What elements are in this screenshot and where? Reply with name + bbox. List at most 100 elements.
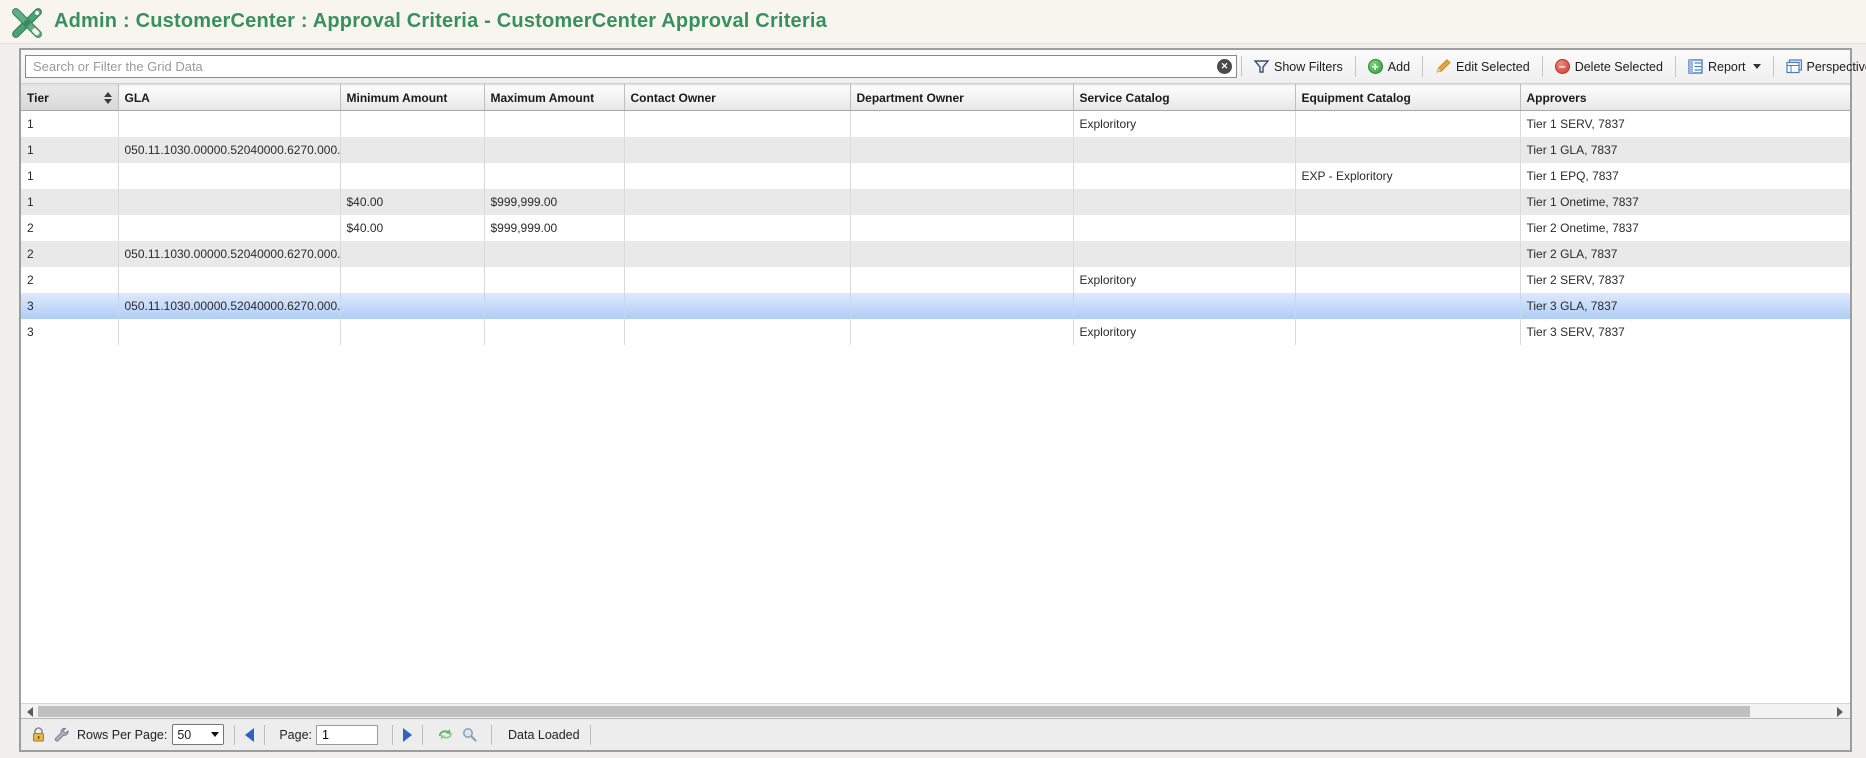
perspectives-button[interactable]: Perspectives [1778, 54, 1866, 80]
cell-gla[interactable]: 050.11.1030.00000.52040000.6270.000... [118, 137, 340, 163]
cell-minimum-amount[interactable] [340, 137, 484, 163]
cell-gla[interactable] [118, 319, 340, 345]
cell-approvers[interactable]: Tier 3 SERV, 7837 [1520, 319, 1850, 345]
table-row[interactable]: 3 050.11.1030.00000.52040000.6270.000...… [21, 293, 1850, 319]
cell-department-owner[interactable] [850, 293, 1073, 319]
refresh-icon[interactable] [437, 727, 454, 742]
cell-department-owner[interactable] [850, 215, 1073, 241]
scroll-right-icon[interactable] [1834, 706, 1846, 717]
cell-contact-owner[interactable] [624, 215, 850, 241]
cell-equipment-catalog[interactable]: EXP - Exploritory [1295, 163, 1520, 189]
cell-gla[interactable] [118, 111, 340, 137]
rows-per-page-select[interactable]: 50 [172, 724, 224, 745]
cell-tier[interactable]: 1 [21, 163, 118, 189]
cell-department-owner[interactable] [850, 163, 1073, 189]
cell-gla[interactable] [118, 267, 340, 293]
cell-tier[interactable]: 3 [21, 319, 118, 345]
add-button[interactable]: + Add [1360, 54, 1418, 80]
cell-minimum-amount[interactable] [340, 267, 484, 293]
edit-selected-button[interactable]: Edit Selected [1427, 54, 1538, 80]
delete-selected-button[interactable]: – Delete Selected [1547, 54, 1671, 80]
cell-service-catalog[interactable]: Exploritory [1073, 319, 1295, 345]
cell-approvers[interactable]: Tier 1 EPQ, 7837 [1520, 163, 1850, 189]
cell-tier[interactable]: 1 [21, 111, 118, 137]
column-header-approvers[interactable]: Approvers [1520, 85, 1850, 111]
cell-contact-owner[interactable] [624, 319, 850, 345]
cell-minimum-amount[interactable] [340, 293, 484, 319]
cell-minimum-amount[interactable]: $40.00 [340, 215, 484, 241]
cell-gla[interactable]: 050.11.1030.00000.52040000.6270.000... [118, 241, 340, 267]
cell-contact-owner[interactable] [624, 163, 850, 189]
table-row[interactable]: 1 Exploritory Tier 1 SERV, 7837 [21, 111, 1850, 137]
cell-service-catalog[interactable] [1073, 189, 1295, 215]
cell-approvers[interactable]: Tier 1 GLA, 7837 [1520, 137, 1850, 163]
cell-minimum-amount[interactable] [340, 241, 484, 267]
table-row[interactable]: 3 Exploritory Tier 3 SERV, 7837 [21, 319, 1850, 345]
cell-gla[interactable]: 050.11.1030.00000.52040000.6270.000... [118, 293, 340, 319]
cell-contact-owner[interactable] [624, 137, 850, 163]
cell-department-owner[interactable] [850, 137, 1073, 163]
cell-contact-owner[interactable] [624, 111, 850, 137]
cell-maximum-amount[interactable] [484, 319, 624, 345]
column-header-equipment-catalog[interactable]: Equipment Catalog [1295, 85, 1520, 111]
cell-contact-owner[interactable] [624, 293, 850, 319]
previous-page-button[interactable] [245, 728, 254, 742]
cell-service-catalog[interactable] [1073, 137, 1295, 163]
wrench-icon[interactable] [54, 727, 69, 742]
horizontal-scrollbar[interactable] [21, 703, 1850, 718]
table-row[interactable]: 2 Exploritory Tier 2 SERV, 7837 [21, 267, 1850, 293]
cell-approvers[interactable]: Tier 1 SERV, 7837 [1520, 111, 1850, 137]
cell-tier[interactable]: 2 [21, 215, 118, 241]
cell-department-owner[interactable] [850, 189, 1073, 215]
page-number-input[interactable] [316, 725, 378, 745]
cell-equipment-catalog[interactable] [1295, 189, 1520, 215]
scroll-left-icon[interactable] [24, 706, 36, 717]
cell-department-owner[interactable] [850, 267, 1073, 293]
cell-department-owner[interactable] [850, 241, 1073, 267]
table-row[interactable]: 1 050.11.1030.00000.52040000.6270.000...… [21, 137, 1850, 163]
cell-gla[interactable] [118, 163, 340, 189]
cell-service-catalog[interactable]: Exploritory [1073, 111, 1295, 137]
cell-approvers[interactable]: Tier 1 Onetime, 7837 [1520, 189, 1850, 215]
table-row[interactable]: 1 EXP - Exploritory Tier 1 EPQ, 7837 [21, 163, 1850, 189]
cell-service-catalog[interactable] [1073, 293, 1295, 319]
cell-maximum-amount[interactable]: $999,999.00 [484, 189, 624, 215]
cell-maximum-amount[interactable] [484, 163, 624, 189]
cell-maximum-amount[interactable] [484, 293, 624, 319]
cell-maximum-amount[interactable] [484, 137, 624, 163]
cell-contact-owner[interactable] [624, 241, 850, 267]
cell-equipment-catalog[interactable] [1295, 319, 1520, 345]
cell-maximum-amount[interactable]: $999,999.00 [484, 215, 624, 241]
cell-contact-owner[interactable] [624, 267, 850, 293]
column-header-contact-owner[interactable]: Contact Owner [624, 85, 850, 111]
cell-service-catalog[interactable]: Exploritory [1073, 267, 1295, 293]
cell-service-catalog[interactable] [1073, 163, 1295, 189]
cell-approvers[interactable]: Tier 2 GLA, 7837 [1520, 241, 1850, 267]
cell-tier[interactable]: 2 [21, 267, 118, 293]
column-header-gla[interactable]: GLA [118, 85, 340, 111]
cell-tier[interactable]: 1 [21, 137, 118, 163]
column-header-maximum-amount[interactable]: Maximum Amount [484, 85, 624, 111]
table-row[interactable]: 2 050.11.1030.00000.52040000.6270.000...… [21, 241, 1850, 267]
cell-tier[interactable]: 2 [21, 241, 118, 267]
report-button[interactable]: Report [1680, 54, 1769, 80]
cell-equipment-catalog[interactable] [1295, 137, 1520, 163]
cell-equipment-catalog[interactable] [1295, 241, 1520, 267]
cell-minimum-amount[interactable] [340, 319, 484, 345]
cell-maximum-amount[interactable] [484, 267, 624, 293]
cell-minimum-amount[interactable] [340, 111, 484, 137]
cell-maximum-amount[interactable] [484, 111, 624, 137]
search-magnifier-icon[interactable] [462, 727, 477, 742]
column-header-service-catalog[interactable]: Service Catalog [1073, 85, 1295, 111]
cell-department-owner[interactable] [850, 111, 1073, 137]
cell-equipment-catalog[interactable] [1295, 111, 1520, 137]
column-header-department-owner[interactable]: Department Owner [850, 85, 1073, 111]
cell-equipment-catalog[interactable] [1295, 267, 1520, 293]
cell-service-catalog[interactable] [1073, 241, 1295, 267]
cell-gla[interactable] [118, 189, 340, 215]
cell-department-owner[interactable] [850, 319, 1073, 345]
cell-equipment-catalog[interactable] [1295, 293, 1520, 319]
cell-contact-owner[interactable] [624, 189, 850, 215]
cell-approvers[interactable]: Tier 2 SERV, 7837 [1520, 267, 1850, 293]
cell-maximum-amount[interactable] [484, 241, 624, 267]
